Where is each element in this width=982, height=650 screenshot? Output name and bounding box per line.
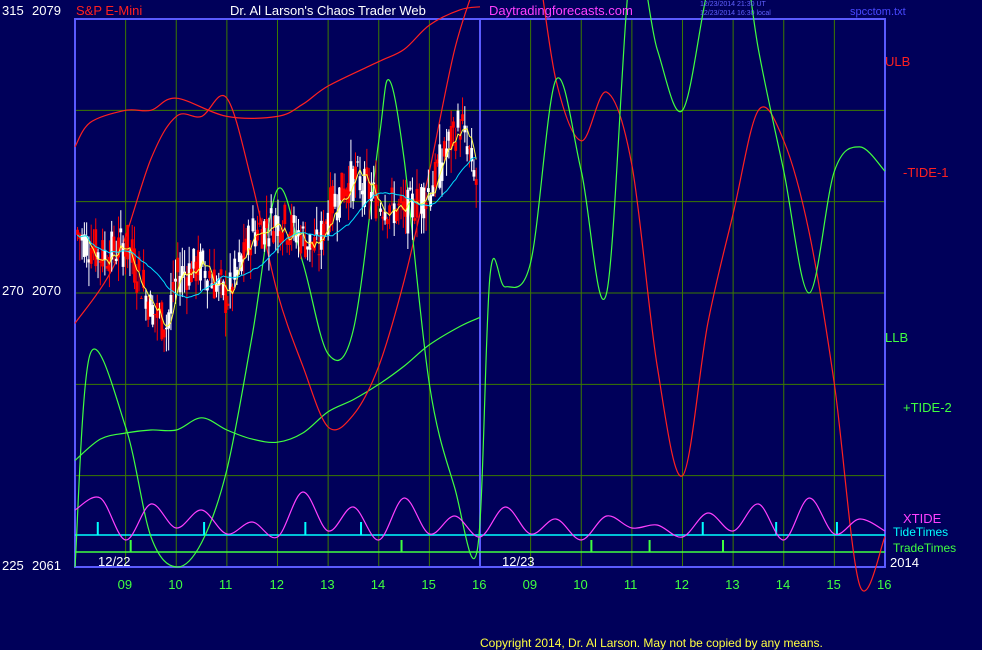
price-bar-56 [203, 270, 207, 278]
hour-label-9: 10 [573, 577, 587, 592]
price-bar-137 [388, 205, 392, 215]
price-bar-28 [139, 297, 143, 299]
price-bar-175 [474, 179, 478, 185]
hour-label-15: 16 [877, 577, 891, 592]
price-bar-106 [317, 254, 321, 256]
price-bar-17 [114, 258, 118, 262]
y-tide-label-bottom: 225 [2, 558, 24, 573]
price-bar-16 [112, 236, 116, 253]
price-bar-147 [411, 193, 414, 218]
legend-tide1: -TIDE-1 [903, 165, 949, 180]
y-tide-label-top: 315 [2, 3, 24, 18]
price-bar-50 [190, 268, 193, 283]
price-bar-171 [465, 146, 469, 155]
price-bar-166 [454, 141, 458, 151]
y-price-label-mid: 2070 [32, 283, 61, 298]
date-label-1222: 12/22 [98, 554, 131, 569]
price-bar-99 [301, 226, 305, 229]
hour-label-3: 12 [270, 577, 284, 592]
price-bar-133 [379, 208, 382, 212]
file-label: spcctom.txt [850, 6, 906, 18]
hour-label-14: 15 [826, 577, 840, 592]
price-bar-98 [299, 235, 303, 254]
price-bar-57 [205, 280, 209, 291]
price-bar-141 [397, 203, 401, 206]
year-label: 2014 [890, 555, 919, 570]
legend-llb: LLB [885, 330, 909, 345]
price-bar-174 [472, 170, 476, 177]
legend-tide2: +TIDE-2 [903, 400, 952, 415]
price-bar-86 [272, 231, 275, 243]
stamp-ut: 12/23/2014 21:30 UT [700, 1, 766, 8]
legend-xtide: XTIDE [903, 511, 942, 526]
price-bar-167 [456, 110, 460, 128]
hour-label-1: 10 [168, 577, 182, 592]
hour-label-4: 13 [320, 577, 334, 592]
price-bar-113 [333, 193, 337, 207]
legend-tidetimes: TideTimes [893, 525, 949, 539]
price-bar-58 [208, 271, 212, 279]
price-bar-148 [413, 218, 417, 221]
chart-title: Dr. Al Larson's Chaos Trader Web [230, 3, 426, 18]
hour-label-0: 09 [118, 577, 132, 592]
hour-label-11: 12 [675, 577, 689, 592]
price-bar-154 [426, 188, 430, 192]
price-bar-123 [356, 161, 360, 163]
y-price-label-top: 2079 [32, 3, 61, 18]
price-bar-19 [119, 228, 123, 233]
price-bar-85 [269, 208, 273, 214]
price-bar-26 [135, 281, 139, 293]
chart-canvas: 09 10 11 12 13 14 15 16 09 10 11 12 13 14 15 16 [74, 0, 891, 592]
y-tide-label-mid: 270 [2, 283, 24, 298]
site-label: Daytradingforecasts.com [489, 3, 633, 18]
hour-label-13: 14 [776, 577, 790, 592]
price-bar-145 [406, 189, 410, 234]
price-bar-105 [315, 229, 319, 235]
price-bar-80 [258, 222, 262, 225]
instrument-label: S&P E-Mini [76, 3, 143, 18]
price-bar-66 [226, 303, 230, 306]
hour-label-10: 11 [624, 577, 638, 592]
price-bar-157 [433, 162, 437, 188]
price-bar-136 [385, 219, 389, 225]
legend-ulb: ULB [885, 54, 911, 69]
stamp-local: 12/23/2014 16:30 local [700, 10, 771, 17]
hour-label-12: 13 [725, 577, 739, 592]
price-bar-77 [251, 218, 255, 232]
price-bar-124 [358, 176, 362, 191]
price-bar-63 [219, 269, 223, 275]
price-bar-146 [408, 187, 412, 190]
price-bar-44 [176, 257, 180, 273]
legend-tradetimes: TradeTimes [893, 541, 957, 555]
price-bar-38 [162, 329, 166, 338]
price-bar-69 [233, 258, 237, 280]
date-label-1223: 12/23 [502, 554, 535, 569]
hour-label-6: 15 [421, 577, 435, 592]
price-bar-169 [461, 114, 464, 121]
price-bar-132 [376, 201, 380, 203]
hour-label-2: 11 [219, 577, 233, 592]
hour-label-5: 14 [371, 577, 385, 592]
price-bar-91 [283, 204, 287, 225]
hour-label-8: 09 [523, 577, 537, 592]
price-bar-22 [126, 224, 130, 260]
y-price-label-bottom: 2061 [32, 558, 61, 573]
price-bar-84 [267, 238, 271, 247]
price-bar-43 [174, 278, 177, 282]
price-bar-41 [169, 295, 173, 314]
copyright: Copyright 2014, Dr. Al Larson. May not b… [480, 636, 823, 650]
price-bar-83 [265, 218, 269, 229]
price-bar-0 [76, 229, 79, 235]
price-bar-165 [452, 121, 455, 128]
price-bar-95 [292, 215, 296, 223]
hour-label-7: 16 [472, 577, 486, 592]
